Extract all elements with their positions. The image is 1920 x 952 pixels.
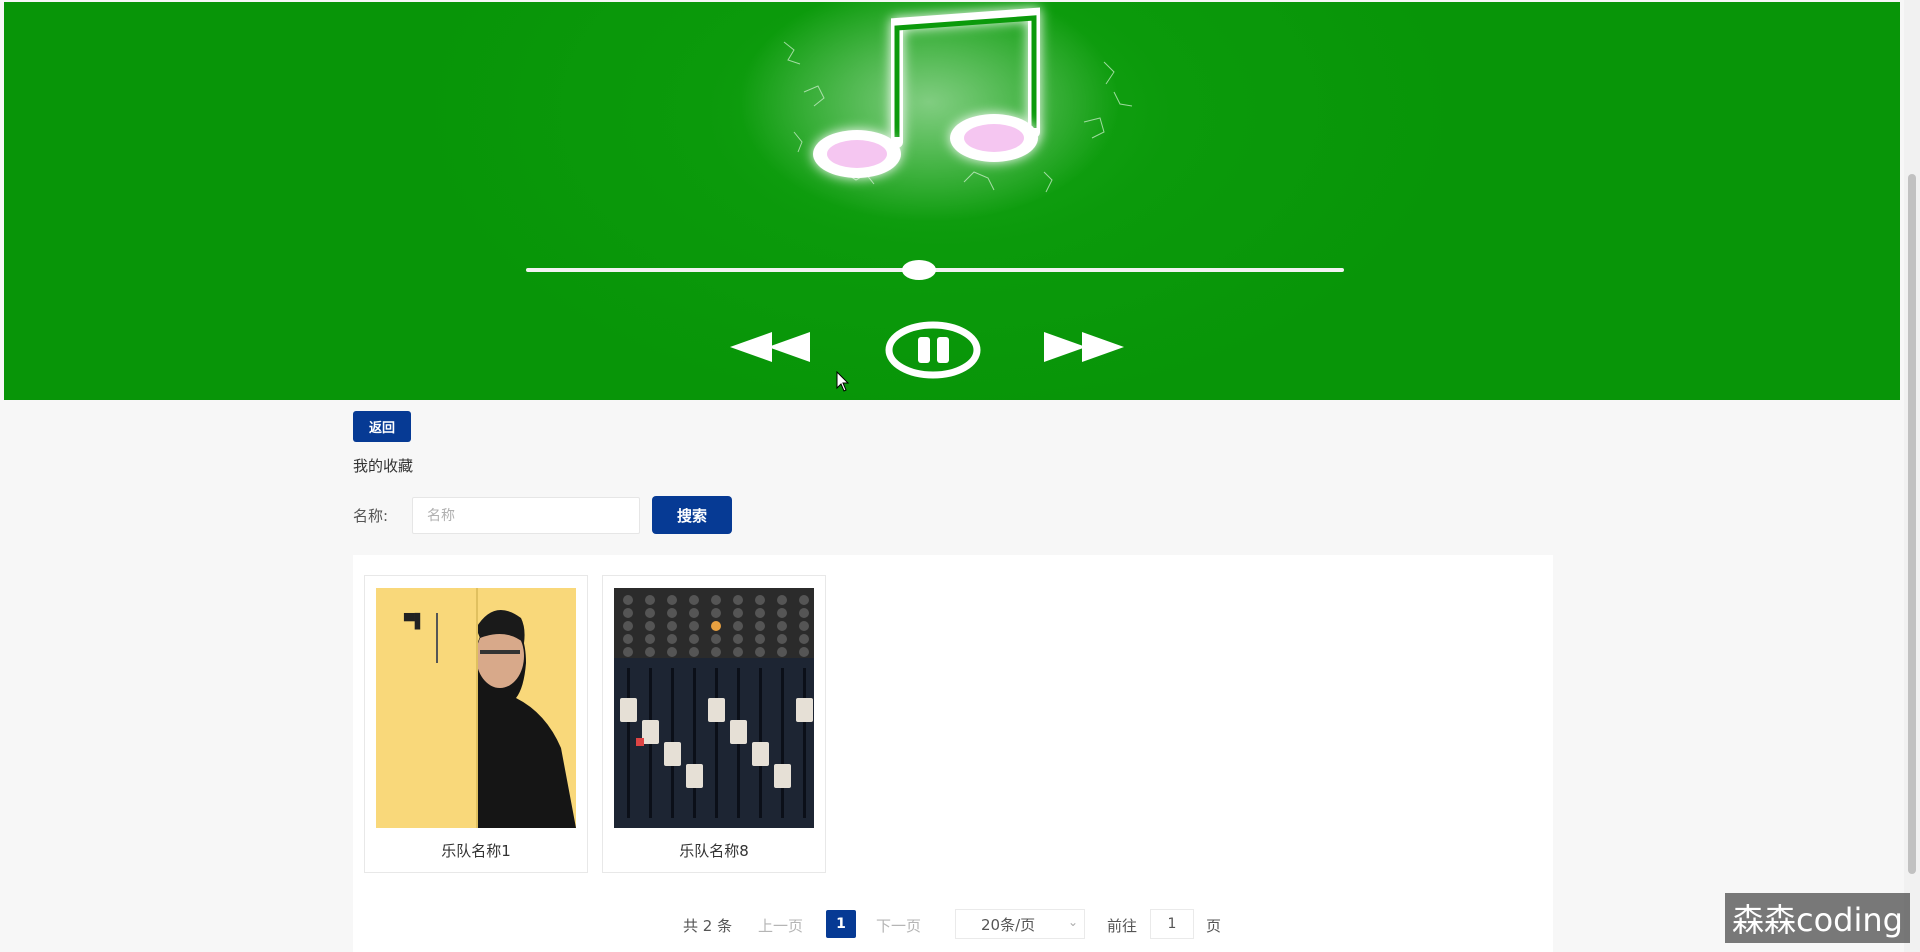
goto-page-input[interactable] — [1150, 909, 1194, 939]
album-cover-image[interactable]: ▀▌ — [376, 588, 576, 828]
favorite-card[interactable]: ▀▌ 乐队名称1 — [364, 575, 588, 873]
scrollbar-thumb[interactable] — [1908, 174, 1916, 874]
playback-progress-bar[interactable] — [526, 260, 1344, 280]
portrait-album-cover: ▀▌ — [376, 588, 576, 828]
page-title: 我的收藏 — [353, 457, 414, 475]
pagination-total: 共 2 条 — [683, 917, 733, 935]
album-cover-image[interactable] — [614, 588, 814, 828]
chevron-down-icon: ⌄ — [1067, 915, 1078, 929]
mixing-console-cover — [614, 588, 814, 828]
page-size-select[interactable]: 20条/页 ⌄ — [955, 909, 1085, 939]
music-player-banner — [4, 2, 1900, 400]
watermark: 森森coding — [1725, 893, 1910, 943]
mouse-cursor-icon — [836, 371, 850, 392]
fast-forward-icon — [1044, 332, 1124, 362]
band-name-label: 乐队名称8 — [679, 842, 749, 860]
rewind-icon — [730, 332, 810, 362]
pause-icon — [885, 321, 981, 379]
band-name-label: 乐队名称1 — [441, 842, 511, 860]
goto-label: 前往 — [1107, 917, 1138, 935]
svg-text:▀▌: ▀▌ — [403, 612, 426, 630]
name-search-input[interactable] — [412, 497, 640, 534]
goto-page-suffix: 页 — [1206, 917, 1222, 935]
name-filter-label: 名称: — [353, 507, 389, 525]
progress-slider-handle[interactable] — [901, 260, 936, 280]
page-scrollbar[interactable] — [1904, 0, 1920, 952]
pagination-next-button[interactable]: 下一页 — [876, 915, 921, 945]
pagination-prev-button[interactable]: 上一页 — [758, 915, 803, 945]
back-button[interactable]: 返回 — [353, 411, 411, 442]
favorite-card[interactable]: 乐队名称8 — [602, 575, 826, 873]
page-size-value: 20条/页 — [981, 915, 1036, 934]
pagination-page-button[interactable]: 1 — [826, 910, 856, 938]
search-button[interactable]: 搜索 — [652, 496, 732, 534]
